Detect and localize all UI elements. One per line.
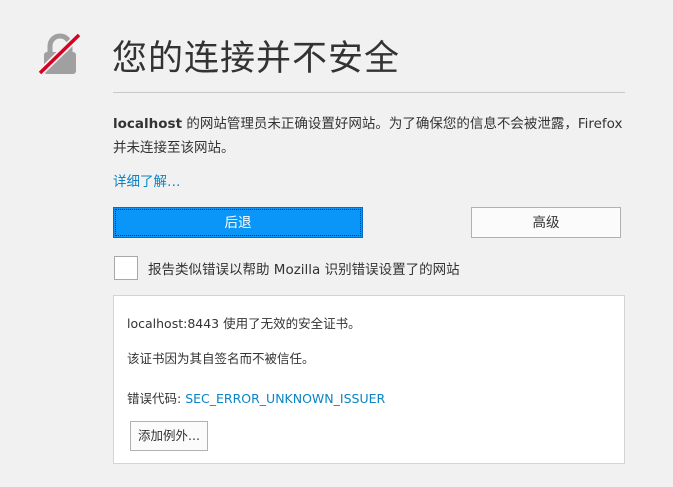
page-title: 您的连接并不安全	[112, 39, 401, 79]
add-exception-button[interactable]: 添加例外...	[130, 421, 208, 451]
error-code-link[interactable]: SEC_ERROR_UNKNOWN_ISSUER	[185, 391, 385, 406]
description-text: 的网站管理员未正确设置好网站。为了确保您的信息不会被泄露，Firefox 并未连…	[113, 116, 623, 156]
error-code-label: 错误代码:	[127, 391, 186, 406]
go-back-button[interactable]: 后退	[113, 207, 363, 238]
error-description: localhost 的网站管理员未正确设置好网站。为了确保您的信息不会被泄露，F…	[113, 112, 625, 160]
invalid-certificate-text: localhost:8443 使用了无效的安全证书。	[127, 316, 361, 331]
error-code-line: 错误代码: SEC_ERROR_UNKNOWN_ISSUER	[127, 388, 385, 407]
learn-more-link[interactable]: 详细了解…	[113, 170, 181, 190]
title-divider	[113, 92, 625, 93]
advanced-button[interactable]: 高级	[471, 207, 621, 238]
report-checkbox-label: 报告类似错误以帮助 Mozilla 识别错误设置了的网站	[148, 262, 460, 278]
self-signed-text: 该证书因为其自签名而不被信任。	[127, 351, 315, 366]
advanced-panel: localhost:8443 使用了无效的安全证书。 该证书因为其自签名而不被信…	[113, 295, 625, 464]
report-checkbox[interactable]	[114, 256, 138, 280]
broken-lock-icon	[38, 32, 82, 76]
host-name: localhost	[113, 116, 183, 132]
